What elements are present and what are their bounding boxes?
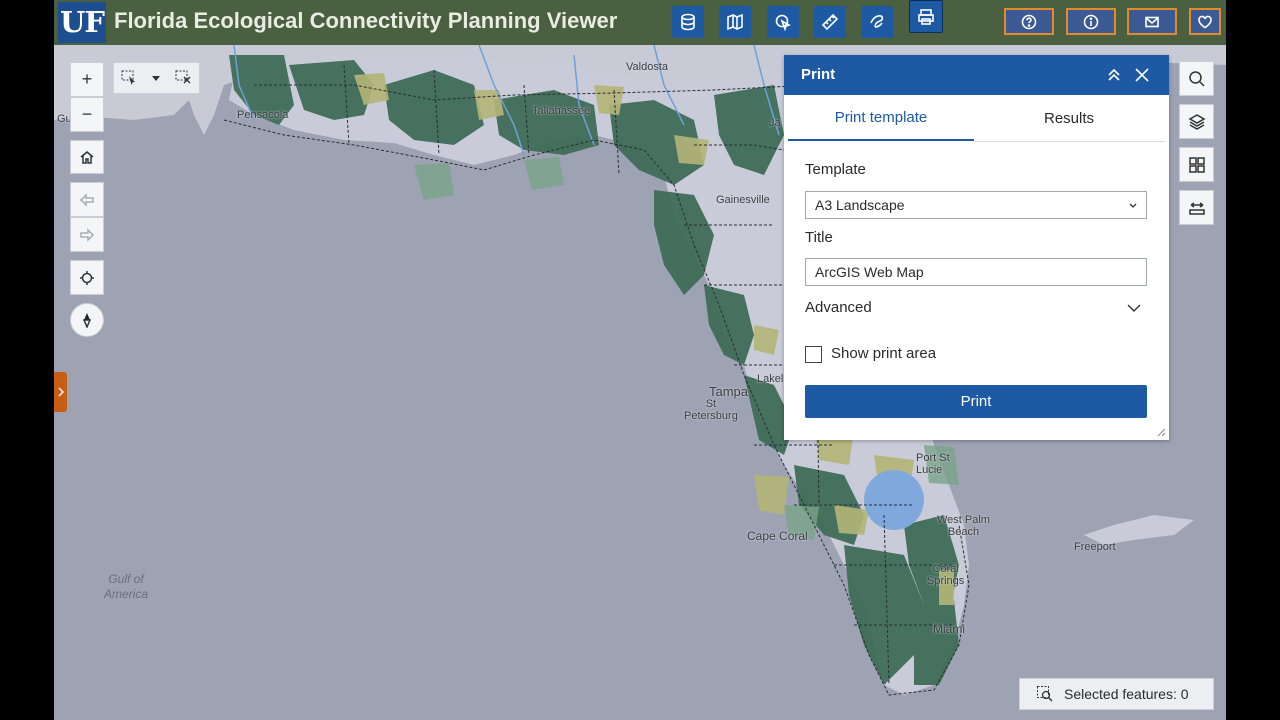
close-icon <box>1135 68 1149 82</box>
selection-dropdown-button[interactable] <box>150 69 162 87</box>
print-panel-header: Print <box>784 55 1169 95</box>
print-button-toolbar[interactable] <box>909 0 943 33</box>
search-button[interactable] <box>1179 61 1214 96</box>
tab-results[interactable]: Results <box>974 95 1164 141</box>
resize-handle-icon[interactable] <box>1157 428 1166 437</box>
template-select[interactable]: A3 Landscape <box>805 191 1147 219</box>
print-icon <box>918 8 934 25</box>
app-title: Florida Ecological Connectivity Planning… <box>114 8 618 33</box>
advanced-toggle[interactable]: Advanced <box>805 299 1147 319</box>
measure-icon <box>821 13 839 31</box>
grid-icon <box>1188 156 1205 173</box>
template-label: Template <box>805 161 866 178</box>
map-label-coral-springs: Coral Springs <box>927 563 965 587</box>
caret-down-icon <box>152 76 160 81</box>
locate-button[interactable] <box>70 260 104 295</box>
double-chevron-up-icon <box>1108 68 1120 81</box>
clear-selection-icon <box>175 70 191 84</box>
layers-button[interactable] <box>1179 104 1214 139</box>
selected-features-text: Selected features: 0 <box>1064 686 1189 702</box>
home-button[interactable] <box>70 140 104 174</box>
search-icon <box>1188 70 1205 87</box>
map-label-tallahassee: Tallahassee <box>532 105 591 117</box>
scale-icon <box>1188 201 1205 215</box>
zoom-out-button[interactable]: − <box>70 97 104 132</box>
scale-measure-button[interactable] <box>1179 190 1214 225</box>
map-label-lakeland: Lakel <box>757 373 784 385</box>
map-label-gainesville: Gainesville <box>716 194 770 206</box>
print-panel: Print Print template Results Template A3… <box>784 55 1169 440</box>
previous-extent-button[interactable] <box>70 182 104 217</box>
data-button[interactable] <box>672 6 704 38</box>
zoom-in-button[interactable]: + <box>70 62 104 97</box>
contact-button[interactable] <box>1127 8 1177 35</box>
print-panel-title: Print <box>801 66 836 83</box>
arrow-right-icon <box>80 227 95 242</box>
compass-icon <box>82 313 92 328</box>
map-label-west-palm-beach: West Palm Beach <box>937 514 990 538</box>
hand-icon <box>870 15 884 28</box>
expand-side-panel-button[interactable] <box>54 372 67 412</box>
select-tool-button[interactable] <box>767 6 799 38</box>
close-panel-button[interactable] <box>1134 67 1150 83</box>
data-icon <box>681 13 695 31</box>
template-select-value: A3 Landscape <box>815 197 905 213</box>
app-frame: Valdosta Pensacola Tallahassee Gainesvil… <box>54 0 1226 720</box>
home-icon <box>80 151 94 164</box>
title-label: Title <box>805 229 833 246</box>
heart-icon <box>1198 15 1212 28</box>
compass-button[interactable] <box>70 303 104 337</box>
layers-icon <box>1187 113 1206 130</box>
map-tools-button[interactable] <box>719 6 751 38</box>
print-button[interactable]: Print <box>805 385 1147 418</box>
map-icon <box>727 13 743 31</box>
map-label-valdosta: Valdosta <box>626 61 668 73</box>
next-extent-button[interactable] <box>70 217 104 252</box>
chevron-down-icon <box>1127 304 1141 312</box>
map-label-miami: Miami <box>933 622 965 636</box>
selection-toolbar <box>113 62 200 94</box>
measure-button[interactable] <box>814 6 846 38</box>
locate-icon <box>80 270 94 285</box>
app-header: UF Florida Ecological Connectivity Plann… <box>54 0 1226 45</box>
show-print-area-checkbox[interactable] <box>805 346 822 363</box>
advanced-label: Advanced <box>805 299 872 316</box>
selected-features-status[interactable]: Selected features: 0 <box>1019 678 1214 710</box>
map-label-freeport: Freeport <box>1074 541 1116 553</box>
clear-selection-button[interactable] <box>174 69 194 87</box>
help-icon <box>1021 14 1037 29</box>
map-label-st-petersburg: St Petersburg <box>684 398 738 422</box>
pointer-icon <box>775 14 791 31</box>
show-print-area-label: Show print area <box>831 345 937 362</box>
select-rectangle-icon <box>121 70 135 85</box>
select-by-rectangle-button[interactable] <box>120 69 140 87</box>
map-label-port-st-lucie: Port St Lucie <box>916 452 950 476</box>
tab-divider <box>974 141 1165 142</box>
zoom-to-selection-icon <box>1037 686 1053 702</box>
uf-logo: UF <box>58 2 106 43</box>
chevron-down-icon <box>1129 203 1137 208</box>
info-icon <box>1083 14 1099 29</box>
title-input-value: ArcGIS Web Map <box>815 264 924 280</box>
favorites-button[interactable] <box>1189 8 1221 35</box>
mail-icon <box>1145 16 1159 27</box>
map-label-tampa: Tampa <box>709 384 749 399</box>
basemap-gallery-button[interactable] <box>1179 147 1214 182</box>
tab-print-template[interactable]: Print template <box>788 95 974 141</box>
collapse-panel-button[interactable] <box>1106 67 1122 83</box>
chevron-right-icon <box>58 387 64 397</box>
title-input[interactable]: ArcGIS Web Map <box>805 258 1147 286</box>
help-button[interactable] <box>1004 8 1054 35</box>
arrow-left-icon <box>79 192 94 207</box>
map-label-pensacola: Pensacola <box>237 109 289 121</box>
map-label-ja: Ja <box>769 117 781 129</box>
info-button[interactable] <box>1066 8 1116 35</box>
draw-button[interactable] <box>861 6 893 38</box>
map-label-cape-coral: Cape Coral <box>747 529 808 543</box>
map-label-gulf: Gulf of America <box>104 572 149 601</box>
